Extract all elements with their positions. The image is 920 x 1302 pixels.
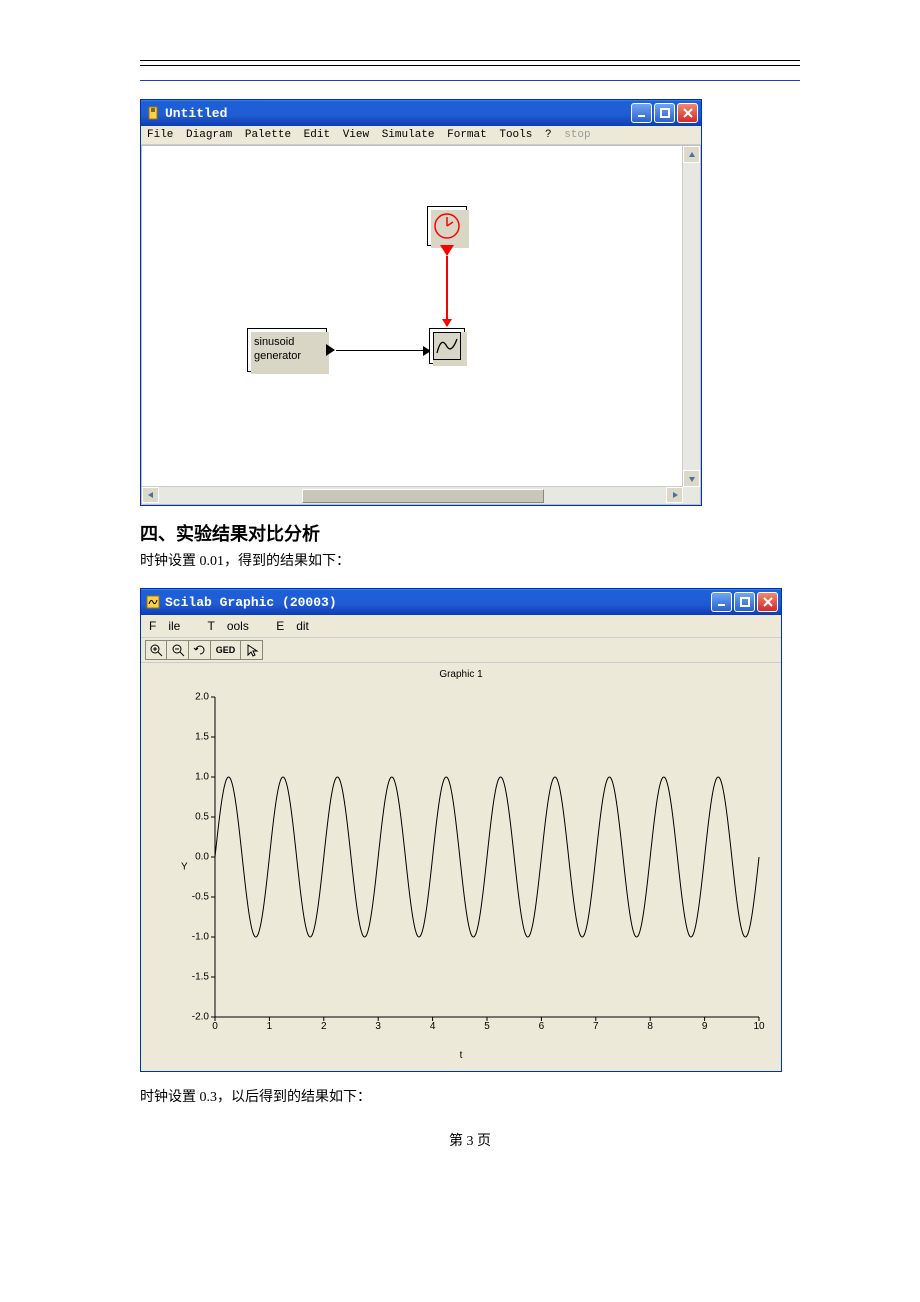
body-text-1: 时钟设置 0.01，得到的结果如下：: [140, 550, 800, 570]
menubar[interactable]: File Tools Edit: [141, 615, 781, 638]
y-axis-label: Y: [181, 862, 188, 873]
diagram-canvas[interactable]: sinusoid generator: [142, 146, 683, 487]
block-label-line1: sinusoid: [254, 336, 294, 348]
x-tick-label: 5: [484, 1021, 490, 1032]
window-title: Scilab Graphic (20003): [165, 595, 337, 610]
x-tick-label: 9: [702, 1021, 708, 1032]
x-tick-label: 1: [267, 1021, 273, 1032]
clock-output-port-icon[interactable]: [440, 245, 454, 256]
rule-top-2: [140, 65, 800, 66]
scroll-left-button[interactable]: [142, 487, 159, 503]
menu-diagram[interactable]: Diagram: [186, 129, 232, 141]
app-icon: [145, 105, 161, 121]
titlebar[interactable]: Untitled: [141, 100, 701, 126]
diagram-canvas-area[interactable]: sinusoid generator: [141, 145, 701, 505]
menu-tools[interactable]: Tools: [207, 619, 260, 633]
y-tick-label: 0.5: [195, 812, 209, 823]
clock-block[interactable]: [427, 206, 467, 246]
zoom-out-icon: [171, 643, 185, 657]
vertical-scrollbar[interactable]: [682, 146, 700, 487]
sinusoid-generator-block[interactable]: sinusoid generator: [247, 328, 327, 372]
document-page: Untitled File Diagram Palette Edit View …: [0, 0, 920, 1190]
x-axis-label: t: [460, 1050, 463, 1061]
y-tick-label: -2.0: [192, 1012, 209, 1023]
menu-tools[interactable]: Tools: [499, 129, 532, 141]
x-tick-label: 3: [375, 1021, 381, 1032]
scroll-down-button[interactable]: [683, 470, 700, 487]
minimize-button[interactable]: [631, 103, 652, 123]
zoom-out-button[interactable]: [167, 640, 189, 660]
menu-format[interactable]: Format: [447, 129, 487, 141]
menu-file[interactable]: File: [149, 619, 192, 633]
event-wire[interactable]: [446, 256, 448, 326]
app-icon: [145, 594, 161, 610]
y-tick-label: -1.5: [192, 972, 209, 983]
menubar[interactable]: File Diagram Palette Edit View Simulate …: [141, 126, 701, 145]
plot-area: Graphic 1 Y t 2.01.51.00.50.0-0.5-1.0-1.…: [141, 663, 781, 1071]
menu-file[interactable]: File: [147, 129, 173, 141]
zoom-in-button[interactable]: [145, 640, 167, 660]
pointer-button[interactable]: [241, 640, 263, 660]
scroll-corner: [683, 487, 700, 504]
body-text-2: 时钟设置 0.3，以后得到的结果如下：: [140, 1086, 800, 1106]
pointer-icon: [245, 643, 259, 657]
x-tick-label: 10: [753, 1021, 764, 1032]
rule-blue: [140, 80, 800, 81]
scope-block[interactable]: [429, 328, 465, 364]
scroll-right-button[interactable]: [666, 487, 683, 503]
menu-simulate[interactable]: Simulate: [382, 129, 435, 141]
toolbar[interactable]: GED: [141, 638, 781, 663]
y-tick-label: 2.0: [195, 692, 209, 703]
x-tick-label: 4: [430, 1021, 436, 1032]
minimize-button[interactable]: [711, 592, 732, 612]
scicos-diagram-window: Untitled File Diagram Palette Edit View …: [140, 99, 702, 506]
y-tick-label: -0.5: [192, 892, 209, 903]
close-button[interactable]: [677, 103, 698, 123]
scroll-thumb[interactable]: [302, 489, 544, 503]
rotate-icon: [193, 643, 207, 657]
scroll-up-button[interactable]: [683, 146, 700, 163]
plot-title: Graphic 1: [439, 669, 482, 680]
zoom-in-icon: [149, 643, 163, 657]
menu-palette[interactable]: Palette: [245, 129, 291, 141]
section-heading: 四、实验结果对比分析: [140, 520, 800, 546]
menu-edit[interactable]: Edit: [304, 129, 330, 141]
axes: 2.01.51.00.50.0-0.5-1.0-1.5-2.0 01234567…: [215, 697, 759, 1017]
plot-svg: [215, 697, 759, 1017]
x-tick-label: 6: [539, 1021, 545, 1032]
y-tick-label: -1.0: [192, 932, 209, 943]
menu-help[interactable]: ?: [545, 129, 552, 141]
rotate-button[interactable]: [189, 640, 211, 660]
block-label-line2: generator: [254, 350, 301, 362]
scilab-graphic-window: Scilab Graphic (20003) File Tools Edit G…: [140, 588, 782, 1072]
window-title: Untitled: [165, 106, 227, 121]
x-tick-label: 0: [212, 1021, 218, 1032]
maximize-button[interactable]: [654, 103, 675, 123]
scope-icon: [433, 332, 461, 360]
horizontal-scrollbar[interactable]: [142, 486, 683, 504]
signal-wire[interactable]: [336, 350, 430, 351]
x-tick-label: 2: [321, 1021, 327, 1032]
output-port-icon[interactable]: [326, 344, 335, 356]
y-tick-label: 1.0: [195, 772, 209, 783]
page-number: 第 3 页: [140, 1130, 800, 1150]
y-tick-label: 0.0: [195, 852, 209, 863]
menu-edit[interactable]: Edit: [276, 619, 321, 633]
titlebar[interactable]: Scilab Graphic (20003): [141, 589, 781, 615]
maximize-button[interactable]: [734, 592, 755, 612]
menu-stop: stop: [564, 129, 590, 141]
rule-top-1: [140, 60, 800, 61]
ged-button[interactable]: GED: [211, 640, 241, 660]
menu-view[interactable]: View: [343, 129, 369, 141]
clock-icon: [433, 212, 461, 240]
x-tick-label: 8: [647, 1021, 653, 1032]
x-tick-label: 7: [593, 1021, 599, 1032]
close-button[interactable]: [757, 592, 778, 612]
y-tick-label: 1.5: [195, 732, 209, 743]
